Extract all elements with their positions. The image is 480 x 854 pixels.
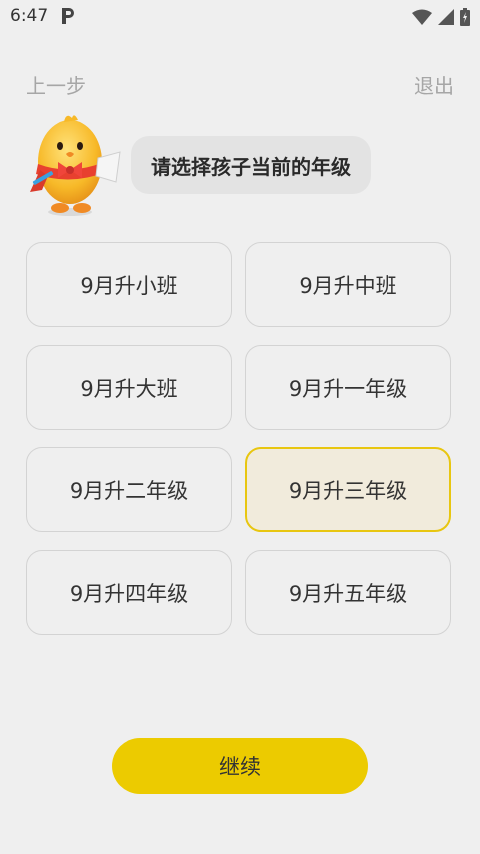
status-time: 6:47	[10, 6, 49, 26]
battery-icon	[460, 8, 470, 26]
back-button[interactable]: 上一步	[26, 70, 86, 99]
grade-option-daban[interactable]: 9月升大班	[26, 345, 232, 430]
prompt-bubble: 请选择孩子当前的年级	[131, 136, 371, 194]
grade-option-grade-3[interactable]: 9月升三年级	[245, 447, 451, 532]
wifi-icon	[412, 9, 432, 25]
status-icons	[412, 6, 470, 28]
cell-signal-icon	[438, 9, 454, 25]
exit-button[interactable]: 退出	[414, 70, 454, 99]
app-p-icon	[62, 8, 74, 24]
grade-option-grade-5[interactable]: 9月升五年级	[245, 550, 451, 635]
grade-option-grade-1[interactable]: 9月升一年级	[245, 345, 451, 430]
grade-option-xiaoban[interactable]: 9月升小班	[26, 242, 232, 327]
grade-option-zhongban[interactable]: 9月升中班	[245, 242, 451, 327]
status-bar: 6:47	[0, 0, 480, 34]
continue-button[interactable]: 继续	[112, 738, 368, 794]
grade-option-grade-4[interactable]: 9月升四年级	[26, 550, 232, 635]
chick-mascot-illustration	[30, 115, 121, 216]
grade-option-grade-2[interactable]: 9月升二年级	[26, 447, 232, 532]
